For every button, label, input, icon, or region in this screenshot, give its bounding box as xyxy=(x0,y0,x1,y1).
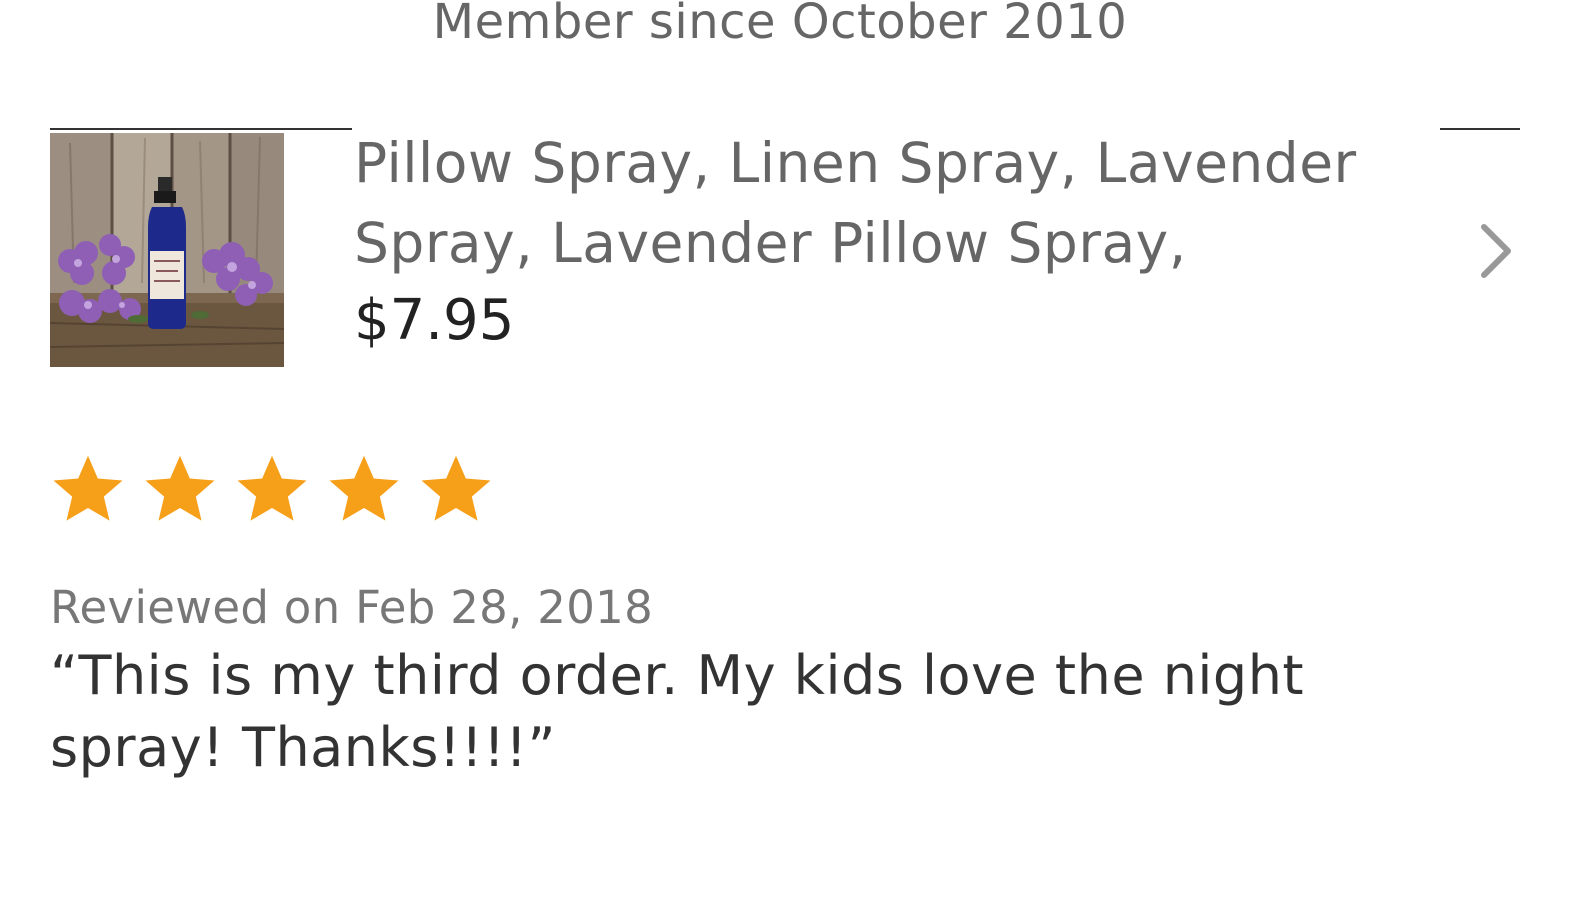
product-title[interactable]: Pillow Spray, Linen Spray, Lavender Spra… xyxy=(354,123,1444,283)
star-rating xyxy=(50,451,494,529)
star-icon xyxy=(145,455,215,521)
star-icon xyxy=(237,455,307,521)
member-since-text: Member since October 2010 xyxy=(432,0,1128,50)
product-thumbnail[interactable] xyxy=(50,133,284,367)
divider-right xyxy=(1440,128,1520,130)
product-price: $7.95 xyxy=(354,288,515,353)
chevron-right-icon[interactable] xyxy=(1476,221,1516,281)
divider-left xyxy=(50,128,352,130)
star-icon xyxy=(53,455,123,521)
review-date: Reviewed on Feb 28, 2018 xyxy=(50,581,654,634)
star-icon xyxy=(329,455,399,521)
product-link[interactable]: Pillow Spray, Linen Spray, Lavender Spra… xyxy=(50,131,1530,369)
product-photo xyxy=(50,133,284,367)
review-text: “This is my third order. My kids love th… xyxy=(50,644,1305,779)
star-icon xyxy=(421,455,491,521)
